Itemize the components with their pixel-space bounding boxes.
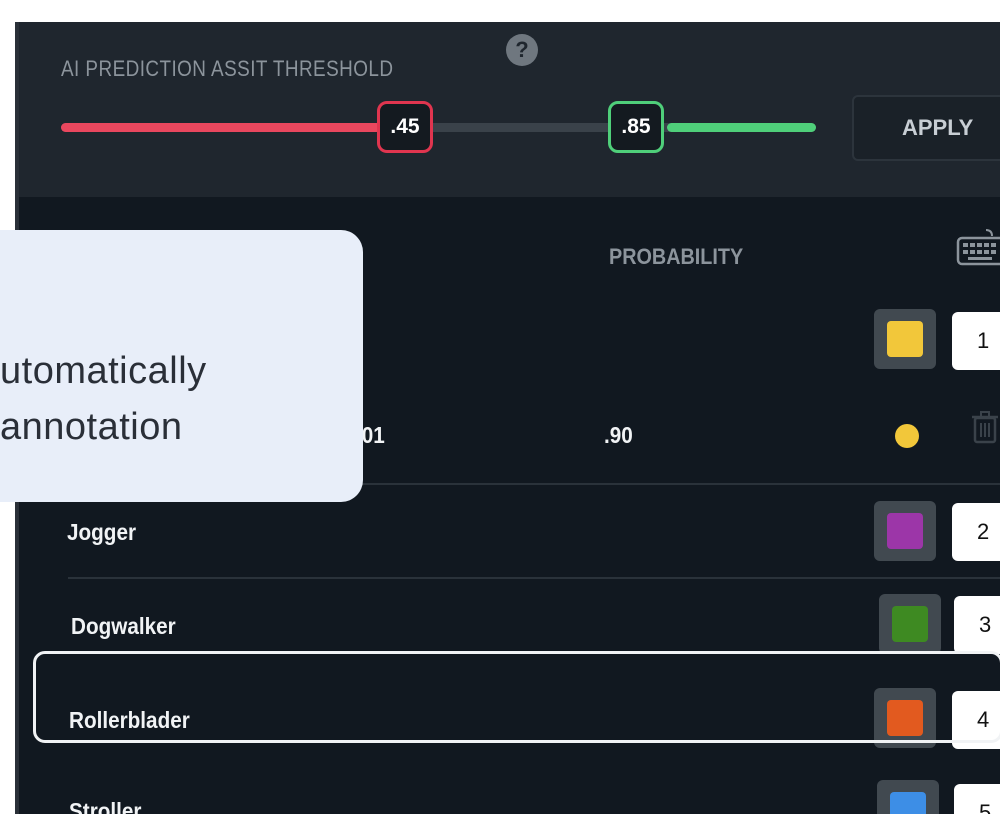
instance-probability: .90	[604, 422, 633, 448]
hotkey-box[interactable]: 2	[952, 503, 1000, 561]
apply-button[interactable]: APPLY	[852, 95, 1000, 161]
threshold-title: AI PREDICTION ASSIT THRESHOLD	[61, 56, 394, 81]
row-divider	[68, 577, 1000, 579]
threshold-low-range	[61, 123, 381, 132]
tooltip-line-1: utomatically	[0, 350, 207, 392]
swatch-fill	[892, 606, 928, 642]
threshold-header: AI PREDICTION ASSIT THRESHOLD ? .45 .85 …	[15, 22, 1000, 197]
class-color-swatch[interactable]	[874, 501, 936, 561]
class-label-jogger[interactable]: Jogger	[67, 519, 136, 546]
class-label-dogwalker[interactable]: Dogwalker	[71, 613, 176, 640]
threshold-high-range	[667, 123, 816, 132]
keyboard-icon	[956, 229, 1000, 266]
class-color-swatch[interactable]	[874, 309, 936, 369]
hotkey-box[interactable]: 1	[952, 312, 1000, 370]
swatch-fill	[887, 513, 923, 549]
tooltip-callout: utomatically annotation	[0, 230, 363, 502]
trash-icon[interactable]	[970, 410, 1000, 444]
hotkey-box[interactable]: 5	[954, 784, 1000, 814]
hotkey-box[interactable]: 3	[954, 596, 1000, 654]
probability-column-header: PROBABILITY	[609, 244, 744, 269]
swatch-fill	[890, 792, 926, 814]
threshold-low-handle[interactable]: .45	[377, 101, 433, 153]
help-icon[interactable]: ?	[506, 34, 538, 66]
selected-row-outline[interactable]	[33, 651, 1000, 743]
class-color-swatch[interactable]	[879, 594, 941, 654]
class-label-stroller[interactable]: Stroller	[69, 798, 141, 814]
class-color-swatch[interactable]	[877, 780, 939, 814]
instance-color-dot	[895, 424, 919, 448]
swatch-fill	[887, 321, 923, 357]
tooltip-line-2: annotation	[0, 406, 183, 448]
threshold-high-handle[interactable]: .85	[608, 101, 664, 153]
